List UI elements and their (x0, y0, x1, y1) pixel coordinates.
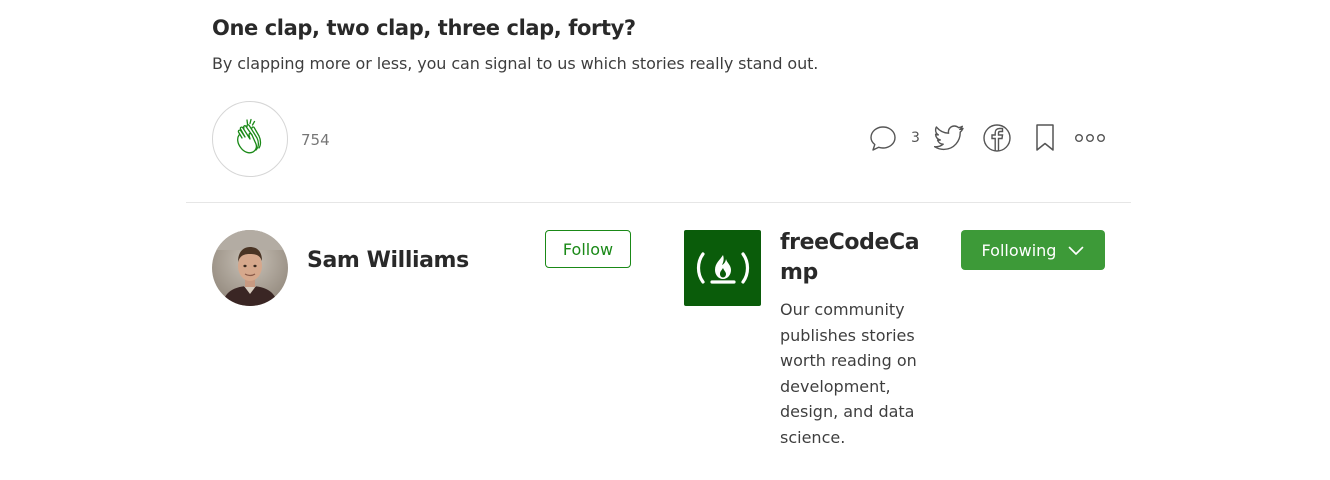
response-count: 3 (911, 130, 920, 146)
chevron-down-icon (1068, 241, 1084, 260)
clap-icon (230, 117, 270, 161)
section-divider (186, 202, 1131, 203)
clap-button[interactable] (212, 101, 288, 177)
publication-description: Our community publishes stories worth re… (780, 300, 917, 447)
facebook-icon[interactable] (982, 122, 1012, 154)
following-label: Following (981, 240, 1057, 260)
publication-name[interactable]: freeCodeCamp (780, 228, 932, 288)
follow-author-button[interactable]: Follow (545, 230, 631, 268)
twitter-icon[interactable] (934, 122, 964, 154)
more-icon[interactable] (1074, 122, 1106, 154)
bookmark-icon[interactable] (1030, 122, 1060, 154)
clap-count: 754 (301, 131, 330, 149)
author-avatar[interactable] (212, 230, 288, 306)
author-name[interactable]: Sam Williams (307, 248, 469, 273)
publication-logo[interactable] (684, 230, 761, 306)
clap-prompt-subtitle: By clapping more or less, you can signal… (212, 54, 819, 73)
clap-prompt-title: One clap, two clap, three clap, forty? (212, 16, 636, 40)
comment-icon[interactable] (868, 122, 898, 154)
following-publication-button[interactable]: Following (961, 230, 1105, 270)
